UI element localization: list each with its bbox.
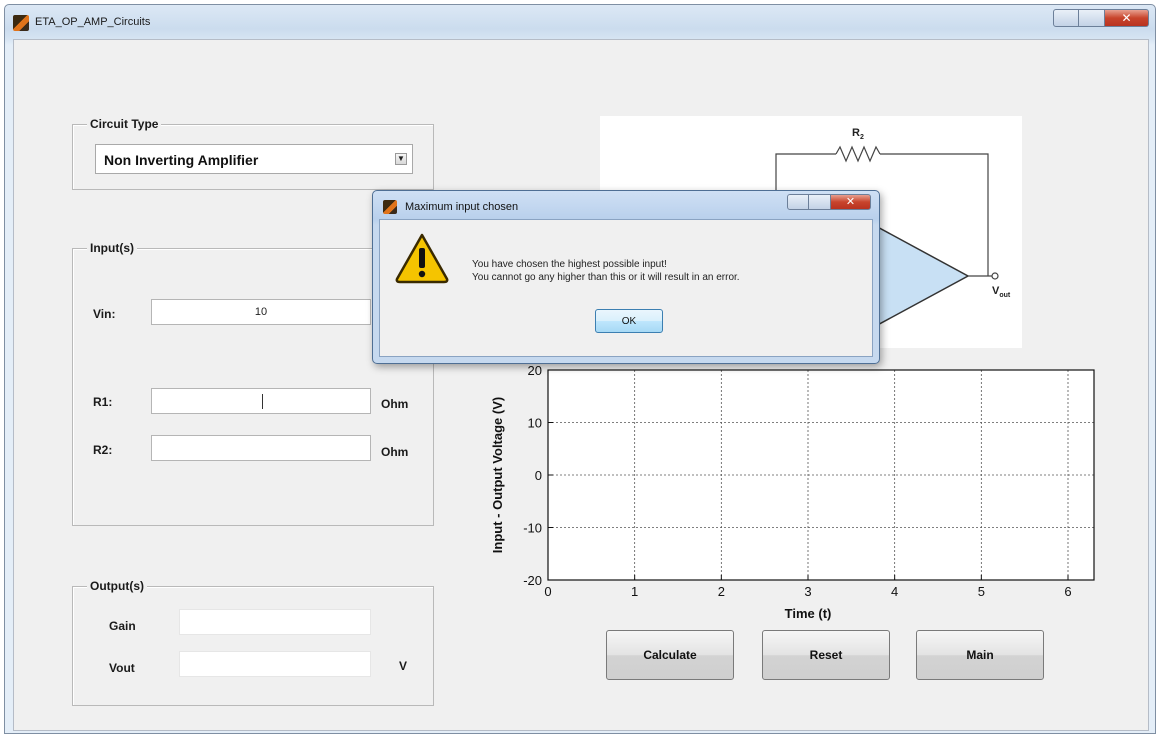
text-caret [262, 394, 263, 409]
client-area: Circuit Type Non Inverting Amplifier ▼ I… [13, 39, 1149, 731]
r1-input[interactable] [151, 388, 371, 414]
dialog-close-button[interactable]: ✕ [831, 194, 871, 210]
dialog-title: Maximum input chosen [405, 201, 519, 213]
y-tick-label: 0 [535, 468, 542, 483]
r2-input[interactable] [151, 435, 371, 461]
matlab-icon [13, 15, 29, 31]
matlab-icon [383, 200, 397, 214]
max-input-dialog: Maximum input chosen ✕ You have chosen t… [372, 190, 880, 364]
close-button[interactable]: ✕ [1105, 9, 1149, 27]
vin-label: Vin: [93, 307, 116, 321]
window-title: ETA_OP_AMP_Circuits [35, 16, 151, 28]
circuit-type-title: Circuit Type [87, 117, 162, 131]
r1-label: R1: [93, 395, 113, 409]
main-button[interactable]: Main [916, 630, 1044, 680]
r2-label: R2: [93, 443, 113, 457]
r2-unit: Ohm [381, 445, 409, 459]
x-axis-label: Time (t) [785, 606, 832, 621]
vout-label: Vout [109, 661, 135, 675]
circuit-type-dropdown[interactable]: Non Inverting Amplifier ▼ [95, 144, 413, 174]
reset-button[interactable]: Reset [762, 630, 890, 680]
chevron-down-icon[interactable]: ▼ [395, 153, 407, 165]
dialog-message-line1: You have chosen the highest possible inp… [472, 259, 667, 270]
gain-label: Gain [109, 619, 136, 633]
y-tick-label: 10 [528, 416, 542, 431]
outputs-title: Output(s) [87, 579, 147, 593]
y-tick-label: -10 [523, 521, 542, 536]
vout-unit: V [399, 659, 408, 673]
vout-output [179, 651, 371, 677]
r2-schematic-label: R2 [852, 127, 864, 141]
x-tick-label: 1 [631, 584, 638, 599]
warning-icon [395, 233, 449, 284]
inputs-title: Input(s) [87, 241, 137, 255]
x-tick-label: 5 [978, 584, 985, 599]
dialog-maximize-button[interactable] [809, 194, 831, 210]
maximize-button[interactable] [1079, 9, 1105, 27]
minimize-button[interactable] [1053, 9, 1079, 27]
r1-unit: Ohm [381, 397, 409, 411]
dialog-window-controls: ✕ [787, 194, 871, 210]
circuit-type-value: Non Inverting Amplifier [104, 152, 259, 168]
dialog-message-line2: You cannot go any higher than this or it… [472, 272, 740, 283]
circuit-type-panel: Circuit Type Non Inverting Amplifier ▼ [72, 117, 434, 190]
x-tick-label: 6 [1064, 584, 1071, 599]
vin-input[interactable]: 10 [151, 299, 371, 325]
y-axis-label: Input - Output Voltage (V) [490, 397, 505, 553]
dialog-message: You have chosen the highest possible inp… [472, 258, 740, 284]
app-window: ETA_OP_AMP_Circuits ✕ Circuit Type Non I… [4, 4, 1156, 734]
x-tick-label: 2 [718, 584, 725, 599]
voltage-plot: 0 1 2 3 4 5 6 -20 -10 0 10 20 Time (t) Input - Output… [484, 362, 1104, 624]
x-tick-label: 0 [544, 584, 551, 599]
y-tick-label: 20 [528, 363, 542, 378]
window-controls: ✕ [1053, 9, 1149, 27]
dialog-minimize-button[interactable] [787, 194, 809, 210]
x-tick-label: 4 [891, 584, 898, 599]
gain-output [179, 609, 371, 635]
dialog-body: You have chosen the highest possible inp… [379, 219, 873, 357]
x-tick-label: 3 [804, 584, 811, 599]
y-tick-label: -20 [523, 573, 542, 588]
outputs-panel: Output(s) Gain Vout V [72, 579, 434, 706]
title-bar: ETA_OP_AMP_Circuits ✕ [5, 5, 1155, 41]
vout-schematic-label: Vout [992, 285, 1011, 299]
plot-svg: 0 1 2 3 4 5 6 -20 -10 0 10 20 Time (t) Input - Output… [490, 363, 1095, 621]
ok-button[interactable]: OK [595, 309, 663, 333]
calculate-button[interactable]: Calculate [606, 630, 734, 680]
